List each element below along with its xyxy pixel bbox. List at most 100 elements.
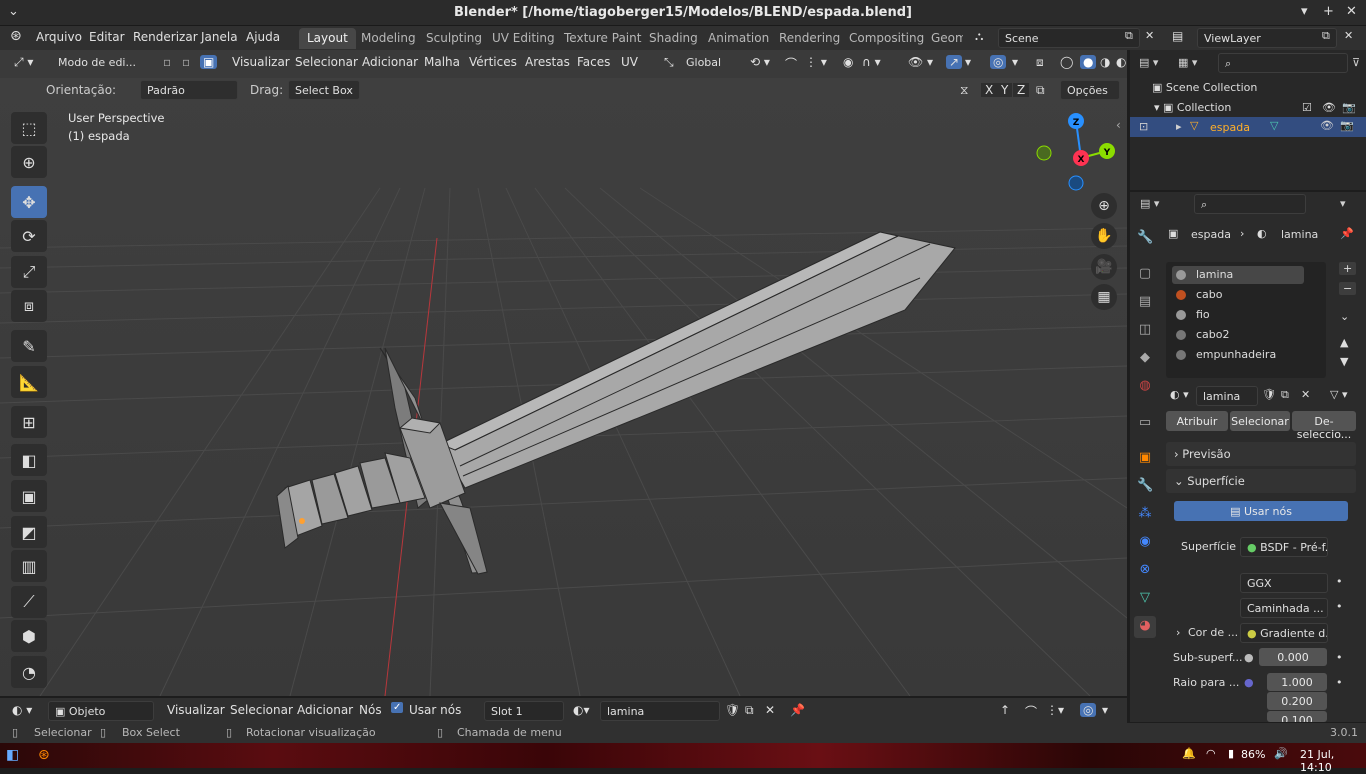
orientation-selector[interactable]: Padrão (140, 80, 238, 100)
radius-x-field[interactable]: 1.000 (1267, 673, 1327, 691)
options-dropdown[interactable]: Opções (1060, 80, 1120, 100)
parent-node-tree-icon[interactable]: ↑ (1000, 703, 1010, 717)
collection-row[interactable]: ▾ ▣ Collection ☑ 👁 📷 (1154, 101, 1360, 114)
remove-slot-button[interactable]: − (1339, 282, 1357, 295)
use-nodes-button[interactable]: ▤ Usar nós (1174, 501, 1348, 521)
menu-selecionar[interactable]: Selecionar (295, 55, 358, 69)
outliner-editor-icon[interactable]: ▤ ▾ (1139, 56, 1158, 69)
use-nodes-checkbox[interactable]: ✓ (391, 702, 404, 713)
new-scene-icon[interactable]: ⧉ (1125, 29, 1133, 43)
notifications-icon[interactable]: 🔔 (1182, 747, 1196, 760)
sidebar-toggle-icon[interactable]: ‹ (1116, 118, 1121, 132)
menu-adicionar[interactable]: Adicionar (362, 55, 418, 69)
keyframe-dot-icon[interactable]: • (1336, 600, 1343, 613)
pin-icon[interactable]: 📌 (790, 703, 805, 717)
tab-compositing[interactable]: Compositing (841, 28, 932, 49)
cursor-tool-icon[interactable]: ⊕ (11, 146, 47, 178)
transform-orientation-selector[interactable]: Global (680, 53, 738, 73)
shader-menu-adicionar[interactable]: Adicionar (297, 703, 353, 717)
collection-render-icon[interactable]: 📷 (1342, 101, 1356, 114)
menu-editar[interactable]: Editar (89, 30, 125, 44)
tab-uv-editing[interactable]: UV Editing (484, 28, 563, 49)
rotate-tool-icon[interactable]: ⟳ (11, 220, 47, 252)
outliner-search-input[interactable]: ⌕ (1218, 53, 1348, 73)
radius-y-field[interactable]: 0.200 (1267, 692, 1327, 710)
shading-material-icon[interactable]: ◑ (1100, 55, 1110, 69)
editor-type-icon[interactable]: ⤢ ▾ (14, 55, 33, 70)
shading-solid-icon[interactable]: ● (1080, 55, 1097, 69)
transform-tool-icon[interactable]: ⧈ (11, 290, 47, 322)
collection-tab-icon[interactable]: ▭ (1137, 415, 1153, 431)
particles-tab-icon[interactable]: ⁂ (1137, 506, 1153, 522)
scene-selector[interactable]: Scene (998, 28, 1140, 48)
maximize-button[interactable]: + (1323, 4, 1334, 19)
poly-build-tool-icon[interactable]: ⬢ (11, 620, 47, 652)
keyframe-dot-icon[interactable]: • (1336, 651, 1343, 664)
mirror-icon[interactable]: ⧖ (960, 83, 968, 98)
overlay-toggle-icon[interactable]: ◎ (1080, 703, 1097, 717)
viewlayer-icon[interactable]: ▤ (1172, 29, 1183, 43)
battery-icon[interactable]: ▮ (1228, 747, 1234, 760)
scene-tab-icon[interactable]: ◆ (1137, 350, 1153, 366)
keyframe-dot-icon[interactable]: • (1336, 676, 1343, 689)
menu-vertices[interactable]: Vértices (469, 55, 517, 69)
surface-shader-field[interactable]: ● BSDF - Pré-f... (1240, 537, 1328, 557)
render-tab-icon[interactable]: ▢ (1137, 266, 1153, 282)
visibility-icon[interactable]: 👁 ▾ (908, 55, 933, 69)
mode-selector[interactable]: Modo de edi... (52, 53, 156, 73)
transform-orientation-icon[interactable]: ⤡ (664, 55, 674, 70)
unlink-material-icon[interactable]: ✕ (1301, 388, 1310, 401)
material-slot-item[interactable]: empunhadeira (1172, 346, 1304, 364)
menu-malha[interactable]: Malha (424, 55, 460, 69)
extrude-tool-icon[interactable]: ◧ (11, 444, 47, 476)
shader-object-mode-selector[interactable]: ▣ Objeto (48, 701, 154, 721)
gizmo-options-icon[interactable]: ▾ (965, 55, 971, 69)
pan-hand-icon[interactable]: ✋ (1091, 223, 1117, 249)
select-mode-face-icon[interactable]: ▣ (200, 55, 218, 69)
menu-arestas[interactable]: Arestas (525, 55, 570, 69)
expand-icon[interactable]: ▸ (1176, 120, 1182, 133)
blender-logo-icon[interactable]: ⊛ (10, 28, 22, 44)
proportional-falloff-icon[interactable]: ∩ ▾ (862, 55, 881, 69)
3d-viewport[interactable]: Z Y X User Perspective (1) espada ⊕ ✋ 🎥 … (0, 78, 1127, 696)
remove-scene-icon[interactable]: ✕ (1145, 29, 1154, 42)
tab-shading[interactable]: Shading (641, 28, 706, 49)
physics-tab-icon[interactable]: ◉ (1137, 534, 1153, 550)
deselect-button[interactable]: De-seleccio... (1292, 411, 1356, 441)
minimize-button[interactable]: ▾ (1301, 4, 1308, 19)
move-slot-up-icon[interactable]: ▲ (1340, 336, 1348, 349)
select-mode-edge-icon[interactable]: ▫ (182, 55, 190, 69)
keyframe-dot-icon[interactable]: • (1336, 575, 1343, 588)
mirror-x-button[interactable]: X (981, 83, 998, 97)
slot-specials-icon[interactable]: ⌄ (1340, 310, 1349, 323)
pivot-point-icon[interactable]: ⟲ ▾ (750, 55, 770, 69)
tab-layout[interactable]: Layout (299, 28, 356, 49)
zoom-icon[interactable]: ⊕ (1091, 193, 1117, 219)
menu-faces[interactable]: Faces (577, 55, 610, 69)
fake-user-icon[interactable]: 🛡 (725, 703, 740, 717)
measure-tool-icon[interactable]: 📐 (11, 366, 47, 398)
gizmo-toggle-icon[interactable]: ↗ (946, 55, 963, 69)
tab-modeling[interactable]: Modeling (353, 28, 424, 49)
data-tab-icon[interactable]: ▽ (1137, 590, 1153, 606)
world-tab-icon[interactable]: ◍ (1137, 378, 1153, 394)
base-color-field[interactable]: ● Gradiente d... (1240, 623, 1328, 643)
snap-options-icon[interactable]: ⋮ ▾ (805, 55, 827, 69)
browse-material-icon[interactable]: ◐ ▾ (1170, 388, 1189, 401)
perspective-grid-icon[interactable]: ▦ (1091, 284, 1117, 310)
shader-menu-visualizar[interactable]: Visualizar (167, 703, 225, 717)
tool-tab-icon[interactable]: 🔧 (1137, 230, 1153, 246)
scene-collection-row[interactable]: ▣ Scene Collection (1152, 81, 1257, 94)
radius-z-field[interactable]: 0.100 (1267, 711, 1327, 722)
constraints-tab-icon[interactable]: ⊗ (1137, 562, 1153, 578)
menu-visualizar[interactable]: Visualizar (232, 55, 290, 69)
spin-tool-icon[interactable]: ◔ (11, 656, 47, 688)
tab-animation[interactable]: Animation (700, 28, 777, 49)
add-slot-button[interactable]: + (1339, 262, 1357, 275)
overlay-toggle-icon[interactable]: ◎ (990, 55, 1007, 69)
auto-merge-icon[interactable]: ⧉ (1036, 83, 1045, 98)
viewlayer-selector[interactable]: ViewLayer (1197, 28, 1337, 48)
scale-tool-icon[interactable]: ⤢ (11, 256, 47, 288)
duplicate-material-icon[interactable]: ⧉ (745, 703, 754, 718)
add-cube-tool-icon[interactable]: ⊞ (11, 406, 47, 438)
